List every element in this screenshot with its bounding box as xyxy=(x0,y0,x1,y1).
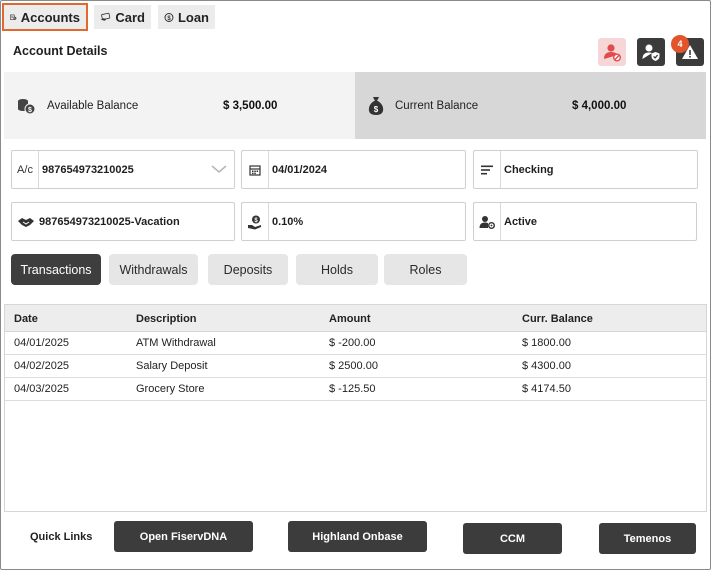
calendar-icon xyxy=(249,164,261,176)
status-icon-wrap xyxy=(474,203,501,240)
tab-card-label: Card xyxy=(115,9,145,25)
user-shield-icon xyxy=(642,44,660,61)
cell-balance: $ 4174.50 xyxy=(522,383,571,395)
cell-description: ATM Withdrawal xyxy=(136,337,216,349)
cell-date: 04/03/2025 xyxy=(14,383,70,395)
account-nickname-field[interactable]: 987654973210025-Vacation xyxy=(11,202,235,241)
date-value: 04/01/2024 xyxy=(272,163,328,176)
account-nickname-value: 987654973210025-Vacation xyxy=(39,215,180,228)
account-number-select[interactable]: A/c 987654973210025 xyxy=(11,150,235,189)
current-balance-label: Current Balance xyxy=(395,100,479,112)
account-type-value: Checking xyxy=(504,163,554,176)
ccm-button[interactable]: CCM xyxy=(463,523,562,554)
loan-icon: $ xyxy=(164,12,174,22)
temenos-button[interactable]: Temenos xyxy=(599,523,696,554)
column-header-date[interactable]: Date xyxy=(14,313,38,325)
nickname-icon-wrap xyxy=(12,203,39,240)
blocked-user-button[interactable] xyxy=(598,38,626,66)
chevron-down-icon[interactable] xyxy=(210,163,228,175)
account-number-value: 987654973210025 xyxy=(42,163,134,176)
highland-onbase-button[interactable]: Highland Onbase xyxy=(288,521,427,552)
rate-icon-wrap: $ xyxy=(242,203,269,240)
cell-balance: $ 4300.00 xyxy=(522,360,571,372)
available-balance-panel: $ Available Balance $ 3,500.00 xyxy=(4,72,355,139)
svg-text:$: $ xyxy=(28,107,32,114)
cell-balance: $ 1800.00 xyxy=(522,337,571,349)
cell-description: Grocery Store xyxy=(136,383,205,395)
svg-text:$: $ xyxy=(374,105,379,114)
account-prefix: A/c xyxy=(12,151,39,188)
account-details-window: $ Accounts Card $ Loan Account Details 4… xyxy=(0,0,711,570)
accounts-icon: $ xyxy=(10,14,17,20)
status-value: Active xyxy=(504,215,538,228)
tab-loan[interactable]: $ Loan xyxy=(158,5,215,29)
handshake-icon xyxy=(17,217,34,227)
user-gear-icon xyxy=(479,215,495,229)
tab-deposits[interactable]: Deposits xyxy=(208,254,288,285)
tab-roles[interactable]: Roles xyxy=(384,254,467,285)
money-bag-icon: $ xyxy=(368,97,384,115)
cell-date: 04/01/2025 xyxy=(14,337,70,349)
status-field[interactable]: Active xyxy=(473,202,697,241)
tab-card[interactable]: Card xyxy=(94,5,151,29)
column-header-amount[interactable]: Amount xyxy=(329,313,371,325)
interest-rate-value: 0.10% xyxy=(272,215,304,228)
account-type-icon-wrap xyxy=(474,151,501,188)
quick-links-label: Quick Links xyxy=(30,531,93,543)
verified-user-button[interactable] xyxy=(637,38,665,66)
tab-accounts-label: Accounts xyxy=(20,9,80,25)
tab-withdrawals[interactable]: Withdrawals xyxy=(109,254,198,285)
available-balance-label: Available Balance xyxy=(47,100,139,112)
tab-loan-label: Loan xyxy=(177,9,209,25)
current-balance-panel: $ Current Balance $ 4,000.00 xyxy=(355,72,706,139)
hand-coin-icon: $ xyxy=(248,215,261,229)
account-type-field[interactable]: Checking xyxy=(473,150,698,189)
date-field[interactable]: 04/01/2024 xyxy=(241,150,466,189)
column-header-description[interactable]: Description xyxy=(136,313,197,325)
table-header: Date Description Amount Curr. Balance xyxy=(5,305,706,332)
table-row[interactable]: 04/03/2025 Grocery Store $ -125.50 $ 417… xyxy=(5,378,706,401)
column-header-balance[interactable]: Curr. Balance xyxy=(522,313,593,325)
page-title: Account Details xyxy=(13,44,108,58)
cell-date: 04/02/2025 xyxy=(14,360,70,372)
tab-accounts[interactable]: $ Accounts xyxy=(2,3,88,31)
tab-holds[interactable]: Holds xyxy=(296,254,378,285)
available-balance-value: $ 3,500.00 xyxy=(223,100,278,112)
tab-transactions[interactable]: Transactions xyxy=(11,254,101,285)
lines-icon xyxy=(481,165,493,174)
blocked-user-icon xyxy=(604,44,621,62)
cell-description: Salary Deposit xyxy=(136,360,208,372)
card-icon xyxy=(100,12,111,21)
cell-amount: $ 2500.00 xyxy=(329,360,378,372)
current-balance-value: $ 4,000.00 xyxy=(572,100,627,112)
table-row[interactable]: 04/01/2025 ATM Withdrawal $ -200.00 $ 18… xyxy=(5,332,706,355)
cell-amount: $ -125.50 xyxy=(329,383,376,395)
interest-rate-field[interactable]: $ 0.10% xyxy=(241,202,466,241)
transactions-table: Date Description Amount Curr. Balance 04… xyxy=(4,304,707,512)
alert-count-badge: 4 xyxy=(671,35,689,53)
date-icon-wrap xyxy=(242,151,269,188)
cell-amount: $ -200.00 xyxy=(329,337,376,349)
open-fiservdna-button[interactable]: Open FiservDNA xyxy=(114,521,253,552)
table-row[interactable]: 04/02/2025 Salary Deposit $ 2500.00 $ 43… xyxy=(5,355,706,378)
coins-icon: $ xyxy=(18,99,36,115)
